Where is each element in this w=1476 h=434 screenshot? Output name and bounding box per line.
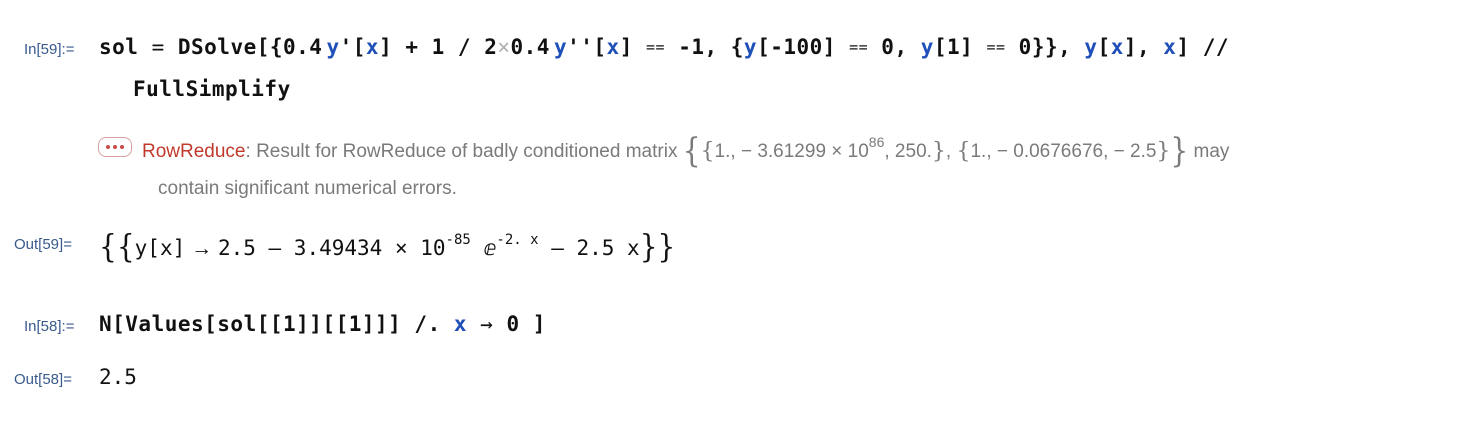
message-menu-button[interactable] — [98, 137, 132, 157]
matrix-row1: 1., − 3.61299 × 10 — [714, 141, 869, 162]
out-var-y: y — [134, 236, 148, 260]
code-sol: sol — [99, 35, 139, 59]
list-brace-close: }} — [639, 227, 676, 266]
rule-arrow: → — [185, 237, 218, 260]
message-text: may — [1188, 141, 1230, 162]
matrix-row1-end: , 250. — [884, 141, 932, 162]
code-text: ] — [619, 35, 646, 59]
matrix-exponent: 86 — [868, 134, 885, 150]
out-expression: – 2.5 x — [538, 236, 640, 260]
row-brace-close: } — [931, 139, 946, 164]
message-sep: : — [245, 141, 257, 162]
out-text: ] — [172, 236, 186, 260]
out-exponent: -2. x — [496, 232, 539, 248]
rule-arrow: → — [467, 312, 507, 336]
message-text: Result for RowReduce of badly conditione… — [256, 141, 683, 162]
message-name-link[interactable]: RowReduce — [142, 141, 246, 162]
input-label-58: In[58]:= — [24, 318, 75, 335]
out-var-x: x — [159, 236, 173, 260]
code-var-x: x — [606, 35, 620, 59]
code-var-y: y — [553, 35, 568, 59]
exponential-e: ⅇ — [470, 236, 497, 260]
matrix-brace-open: { — [682, 130, 701, 171]
output-label-59: Out[59]= — [14, 236, 72, 253]
code-var-y: y — [920, 35, 934, 59]
matrix-brace-close: } — [1170, 130, 1189, 171]
code-var-y: y — [1084, 35, 1098, 59]
code-text: [ — [1097, 35, 1111, 59]
code-assign: = — [138, 35, 178, 59]
code-text: [1] — [933, 35, 987, 59]
row-brace-open: { — [956, 139, 971, 164]
list-brace-open: {{ — [99, 227, 135, 266]
row-brace-close: } — [1156, 139, 1171, 164]
code-dsolve: DSolve[{0.4 — [177, 35, 323, 59]
code-text: ''[ — [567, 35, 607, 59]
code-var-x: x — [453, 312, 468, 336]
code-text: 0.4 — [510, 35, 550, 59]
out-expression: 2.5 – 3.49434 × 10 — [217, 236, 446, 260]
code-text: '[ — [339, 35, 366, 59]
input-label-59: In[59]:= — [24, 41, 75, 58]
code-equal: == — [849, 38, 869, 56]
input-cell-58[interactable]: N[Values[sol[[1]][[1]]] /. x → 0 ] — [99, 312, 546, 336]
code-text: -1, { — [665, 35, 744, 59]
code-equal: == — [986, 38, 1006, 56]
message-line2: contain significant numerical errors. — [158, 178, 457, 199]
out-text: [ — [147, 236, 160, 260]
out-exponent: -85 — [445, 232, 471, 248]
output-cell-58[interactable]: 2.5 — [99, 365, 137, 389]
ellipsis-icon — [106, 145, 110, 149]
code-text: 0, — [868, 35, 921, 59]
code-text: ] + 1 / 2 — [379, 35, 498, 59]
message-line1: RowReduce: Result for RowReduce of badly… — [142, 130, 1230, 171]
code-text: ] // — [1176, 35, 1230, 59]
input-cell-59-line1[interactable]: sol = DSolve[{0.4 y'[x] + 1 / 2×0.4 y''[x]… — [99, 35, 1229, 59]
code-var-y: y — [743, 35, 758, 59]
code-var-x: x — [1163, 35, 1177, 59]
output-cell-59[interactable]: {{y[x] → 2.5 – 3.49434 × 10-85 ⅇ-2. x – … — [99, 227, 676, 266]
code-text: 0}}, — [1005, 35, 1085, 59]
matrix-row2: 1., − 0.0676676, − 2.5 — [970, 141, 1157, 162]
code-var-y: y — [326, 35, 340, 59]
code-text: ], — [1123, 35, 1164, 59]
input-cell-59-line2[interactable]: FullSimplify — [133, 77, 291, 101]
code-text: N[Values[sol[[1]][[1]]] /. — [99, 312, 454, 336]
row-brace-open: { — [700, 139, 715, 164]
code-var-x: x — [365, 35, 380, 59]
code-times: × — [497, 35, 511, 59]
code-var-x: x — [1110, 35, 1124, 59]
code-text: [-100] — [757, 35, 850, 59]
code-text: 0 ] — [506, 312, 546, 336]
code-equal: == — [646, 38, 666, 56]
output-label-58: Out[58]= — [14, 371, 72, 388]
